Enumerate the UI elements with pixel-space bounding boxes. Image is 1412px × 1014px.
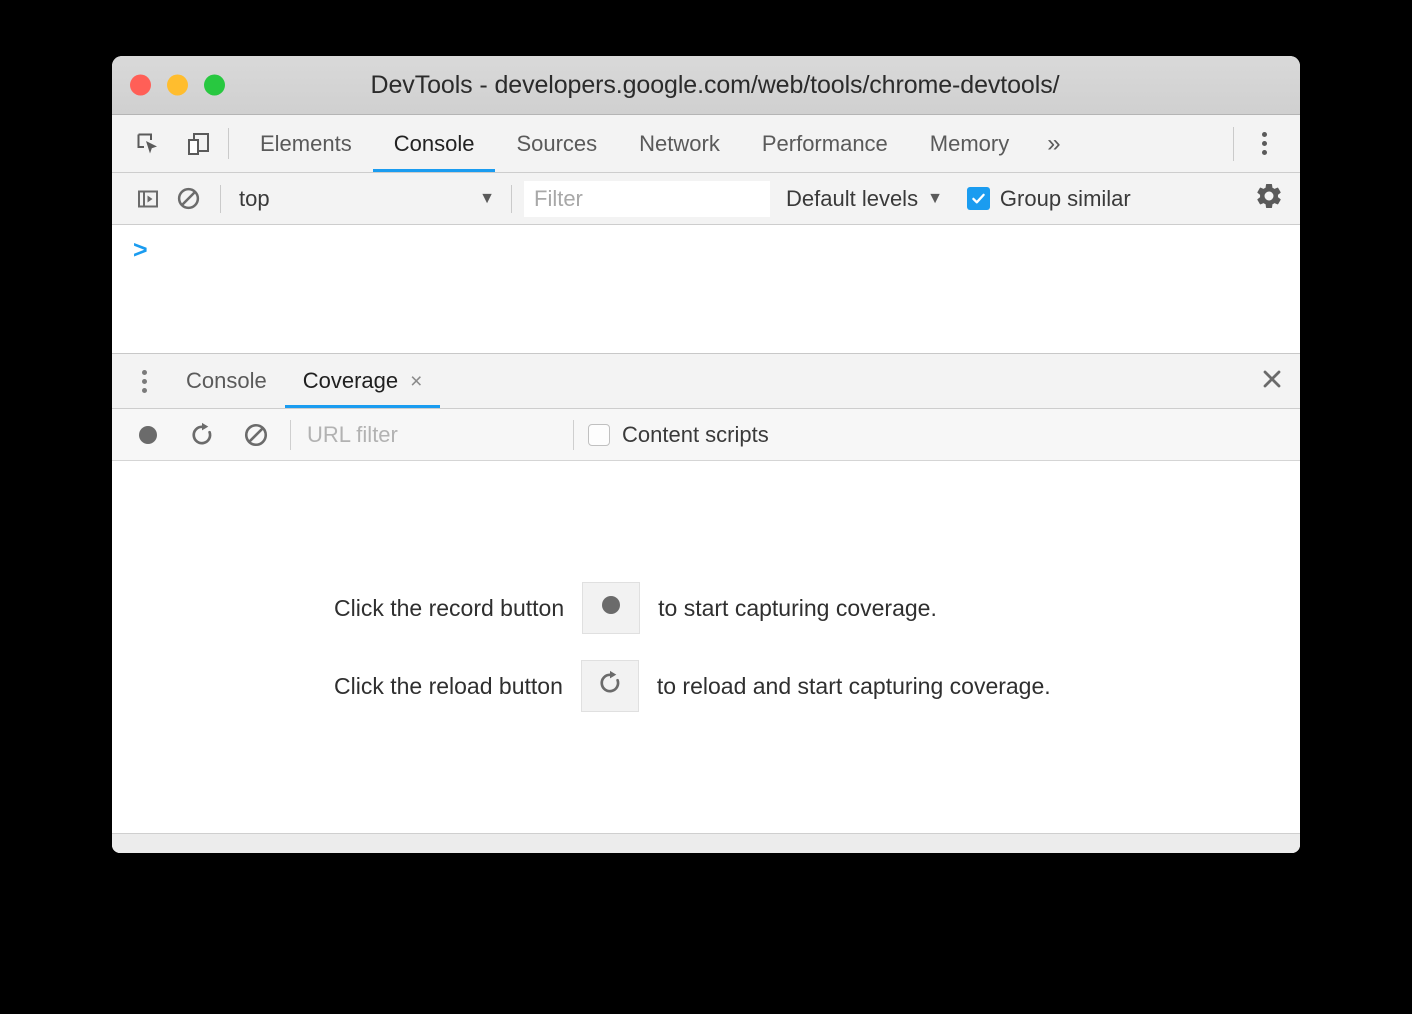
- drawer-tab-coverage[interactable]: Coverage ×: [284, 354, 441, 408]
- coverage-toolbar-divider-2: [573, 419, 574, 450]
- panel-tabs: Elements Console Sources Network Perform…: [239, 115, 1225, 172]
- drawer-tab-console[interactable]: Console: [168, 354, 285, 408]
- record-icon: [598, 592, 624, 624]
- coverage-hint-reload: Click the reload button to reload and st…: [334, 660, 1300, 712]
- record-icon[interactable]: [128, 415, 168, 455]
- inline-record-button[interactable]: [582, 582, 641, 634]
- group-similar-checkbox[interactable]: Group similar: [966, 185, 1131, 212]
- tab-performance[interactable]: Performance: [741, 115, 909, 172]
- execution-context-selector[interactable]: top ▼: [233, 186, 499, 212]
- reload-icon[interactable]: [182, 415, 222, 455]
- console-message-area[interactable]: >: [112, 225, 1300, 353]
- clear-console-icon[interactable]: [168, 179, 208, 219]
- coverage-hint-record: Click the record button to start capturi…: [334, 582, 1300, 634]
- toolbar-divider: [228, 128, 229, 159]
- log-levels-selector[interactable]: Default levels ▼: [786, 186, 947, 212]
- inspect-element-icon[interactable]: [128, 124, 168, 164]
- window-controls: [130, 74, 225, 96]
- hint-record-prefix: Click the record button: [334, 594, 565, 621]
- tab-console[interactable]: Console: [372, 115, 496, 172]
- inline-reload-button[interactable]: [580, 660, 639, 712]
- console-settings-button[interactable]: [1254, 181, 1284, 216]
- toolbar-divider-right: [1233, 126, 1234, 161]
- execution-context-value: top: [239, 185, 270, 211]
- window-title: DevTools - developers.google.com/web/too…: [370, 70, 1060, 99]
- checkbox-checked-icon: [966, 187, 990, 210]
- close-coverage-tab-icon[interactable]: ×: [410, 371, 422, 392]
- coverage-empty-state: Click the record button to start capturi…: [112, 461, 1300, 833]
- gear-icon: [1254, 181, 1284, 216]
- minimize-window-button[interactable]: [167, 74, 188, 96]
- drawer-tab-coverage-label: Coverage: [302, 368, 399, 393]
- drawer-kebab-menu-icon[interactable]: [120, 354, 168, 408]
- tab-sources[interactable]: Sources: [495, 115, 618, 172]
- console-sidebar-icon[interactable]: [128, 179, 168, 219]
- tab-memory[interactable]: Memory: [909, 115, 1030, 172]
- reload-icon: [596, 669, 624, 703]
- console-toolbar-divider-1: [220, 184, 221, 213]
- main-toolbar: Elements Console Sources Network Perform…: [112, 115, 1300, 173]
- toolbar-icon-group: [112, 115, 222, 172]
- drawer-tabbar: Console Coverage ×: [112, 353, 1300, 409]
- hint-reload-prefix: Click the reload button: [334, 672, 563, 699]
- kebab-menu-icon[interactable]: [1242, 122, 1286, 166]
- log-levels-label: Default levels: [786, 185, 919, 211]
- tab-elements[interactable]: Elements: [239, 115, 373, 172]
- tab-network[interactable]: Network: [618, 115, 741, 172]
- window-footer: [112, 833, 1300, 853]
- console-toolbar: top ▼ Default levels ▼ Group similar: [112, 173, 1300, 225]
- checkbox-unchecked-icon: [588, 423, 610, 446]
- chevron-down-icon: ▼: [927, 189, 943, 207]
- devtools-window: DevTools - developers.google.com/web/too…: [112, 56, 1300, 853]
- content-scripts-checkbox[interactable]: Content scripts: [588, 422, 769, 448]
- hint-record-suffix: to start capturing coverage.: [658, 594, 937, 621]
- hint-reload-suffix: to reload and start capturing coverage.: [656, 672, 1051, 699]
- main-toolbar-right: [1225, 115, 1300, 172]
- console-toolbar-divider-2: [511, 184, 512, 213]
- chevron-down-icon: ▼: [479, 189, 495, 207]
- maximize-window-button[interactable]: [204, 74, 225, 96]
- coverage-toolbar-divider-1: [290, 419, 291, 450]
- close-icon: [1260, 367, 1284, 396]
- console-filter-input[interactable]: [524, 180, 770, 217]
- drawer-tab-console-label: Console: [186, 368, 267, 393]
- coverage-toolbar-icons: [128, 415, 276, 455]
- coverage-toolbar: Content scripts: [112, 409, 1300, 461]
- clear-icon[interactable]: [236, 415, 276, 455]
- more-tabs-icon[interactable]: »: [1030, 115, 1077, 172]
- close-window-button[interactable]: [130, 74, 151, 96]
- url-filter-input[interactable]: [305, 416, 559, 453]
- content-scripts-label: Content scripts: [622, 421, 769, 447]
- device-toolbar-icon[interactable]: [178, 124, 218, 164]
- group-similar-label: Group similar: [999, 185, 1131, 211]
- window-titlebar: DevTools - developers.google.com/web/too…: [112, 56, 1300, 115]
- close-drawer-button[interactable]: [1244, 354, 1300, 408]
- console-prompt-chevron: >: [133, 236, 148, 264]
